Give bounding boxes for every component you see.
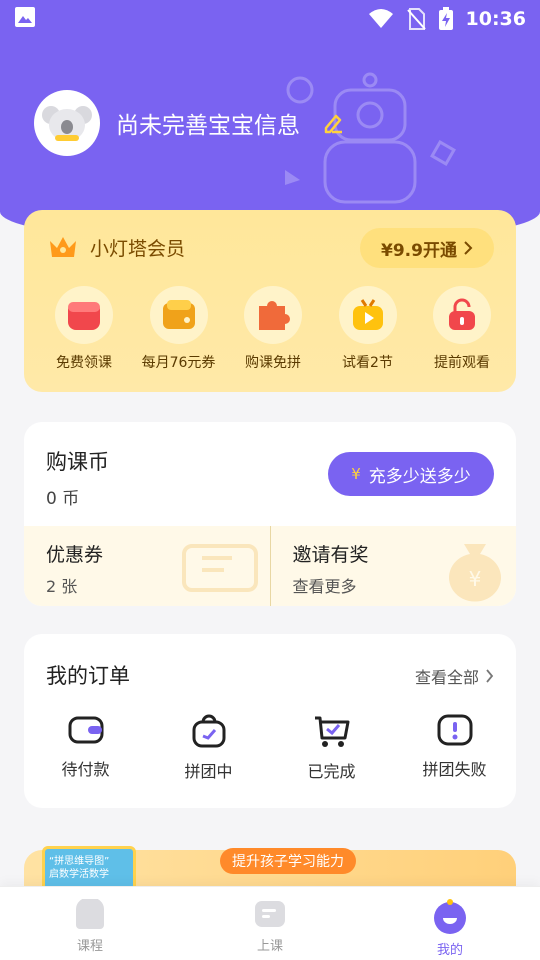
battery-charging-icon bbox=[438, 7, 453, 30]
vip-item-free-course[interactable]: 免费领课 bbox=[38, 286, 130, 372]
tab-label: 课程 bbox=[76, 939, 103, 954]
order-group-failed[interactable]: 拼团失败 bbox=[400, 714, 510, 782]
alert-icon bbox=[437, 714, 472, 746]
orders-view-all[interactable]: 查看全部 bbox=[415, 664, 494, 688]
vip-item-monthly-coupon[interactable]: 每月76元券 bbox=[133, 286, 225, 372]
tab-mine[interactable]: 我的 bbox=[360, 887, 540, 960]
yuan-icon: ¥ bbox=[351, 465, 361, 483]
svg-text:¥: ¥ bbox=[469, 567, 482, 591]
tab-course[interactable]: 课程 bbox=[0, 887, 180, 960]
wifi-icon bbox=[368, 9, 393, 28]
profile-name: 尚未完善宝宝信息 bbox=[116, 113, 300, 139]
order-label: 已完成 bbox=[307, 762, 356, 781]
puzzle-icon bbox=[259, 301, 290, 330]
bottom-tab-bar: 课程 上课 我的 bbox=[0, 886, 540, 960]
status-bar: 10:36 bbox=[0, 0, 540, 38]
recharge-button[interactable]: ¥ 充多少送多少 bbox=[328, 452, 494, 496]
order-label: 拼团失败 bbox=[422, 760, 487, 779]
orders-view-all-label: 查看全部 bbox=[414, 668, 479, 687]
chevron-right-icon bbox=[464, 241, 473, 255]
avatar[interactable] bbox=[34, 90, 100, 156]
coin-title: 购课币 bbox=[46, 450, 109, 474]
edit-icon[interactable] bbox=[322, 112, 344, 134]
vip-item-early-watch[interactable]: 提前观看 bbox=[416, 286, 508, 372]
tab-label: 我的 bbox=[436, 943, 463, 958]
unlock-icon bbox=[449, 298, 475, 330]
no-sim-icon bbox=[406, 8, 426, 30]
chevron-right-icon bbox=[486, 669, 494, 683]
crown-icon bbox=[50, 236, 76, 257]
vip-item-label: 试看2节 bbox=[342, 355, 393, 371]
bag-icon bbox=[192, 714, 225, 748]
vip-item-label: 每月76元券 bbox=[141, 355, 216, 371]
vip-open-button[interactable]: ¥9.9开通 bbox=[360, 228, 494, 268]
vip-title: 小灯塔会员 bbox=[90, 238, 186, 260]
coupon-entry[interactable]: 优惠券 2 张 bbox=[24, 526, 270, 606]
order-grouping[interactable]: 拼团中 bbox=[154, 714, 264, 782]
money-bag-icon: ¥ bbox=[449, 544, 501, 602]
orders-title: 我的订单 bbox=[46, 664, 130, 688]
gift-icon bbox=[68, 302, 100, 330]
koala-avatar-icon bbox=[42, 106, 92, 141]
vip-item-label: 购课免拼 bbox=[245, 355, 301, 371]
order-label: 待付款 bbox=[61, 760, 110, 779]
image-icon bbox=[15, 7, 35, 27]
cart-check-icon bbox=[314, 716, 349, 747]
vip-item-label: 提前观看 bbox=[434, 355, 490, 371]
status-time: 10:36 bbox=[465, 8, 526, 30]
mine-icon bbox=[434, 899, 466, 934]
banner-tag: 提升孩子学习能力 bbox=[220, 848, 356, 874]
order-completed[interactable]: 已完成 bbox=[277, 714, 387, 782]
order-label: 拼团中 bbox=[184, 762, 233, 781]
vip-card[interactable]: 小灯塔会员 ¥9.9开通 免费领课 每月76元券 购课免拼 试看2节 提前观看 bbox=[24, 210, 516, 392]
coin-card: 购课币 0 币 ¥ 充多少送多少 优惠券 2 张 邀请有奖 查看更多 ¥ bbox=[24, 422, 516, 606]
invite-entry[interactable]: 邀请有奖 查看更多 ¥ bbox=[269, 526, 517, 606]
vip-item-trial[interactable]: 试看2节 bbox=[322, 286, 414, 372]
vip-item-no-group[interactable]: 购课免拼 bbox=[227, 286, 319, 372]
ticket-icon bbox=[181, 544, 258, 592]
tab-label: 上课 bbox=[256, 939, 283, 954]
wallet-icon bbox=[68, 716, 103, 744]
profile-section[interactable]: 尚未完善宝宝信息 bbox=[34, 90, 344, 156]
vip-item-label: 免费领课 bbox=[56, 355, 112, 371]
vip-open-label: ¥9.9开通 bbox=[381, 240, 457, 261]
banner-book-text: “拼思维导图” 启数学活数学 bbox=[49, 856, 110, 880]
coupon-icon bbox=[162, 300, 195, 329]
coin-value: 0 币 bbox=[46, 489, 80, 509]
orders-card: 我的订单 查看全部 待付款 拼团中 已完成 拼团失败 bbox=[24, 634, 516, 808]
tab-class[interactable]: 上课 bbox=[180, 887, 360, 960]
tv-icon bbox=[352, 299, 383, 330]
course-icon bbox=[76, 899, 104, 929]
order-pending-payment[interactable]: 待付款 bbox=[31, 714, 141, 782]
class-icon bbox=[255, 901, 285, 927]
recharge-label: 充多少送多少 bbox=[368, 466, 471, 487]
